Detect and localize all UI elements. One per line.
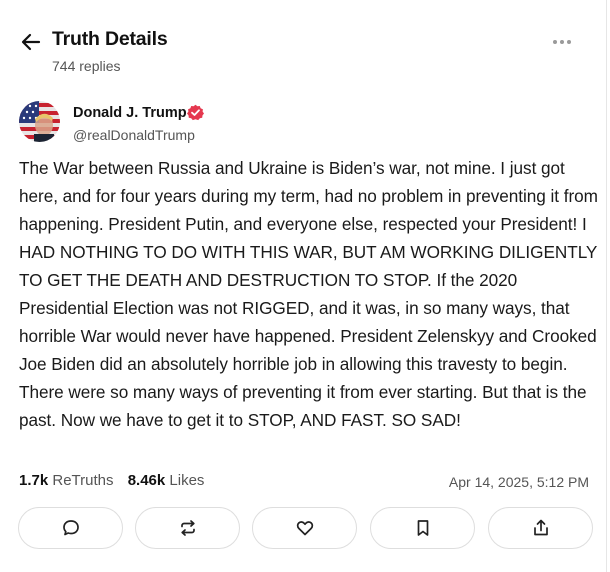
- post-stats: 1.7k ReTruths 8.46k Likes: [19, 472, 214, 489]
- retruths-label: ReTruths: [52, 472, 114, 489]
- author-handle[interactable]: @realDonaldTrump: [73, 127, 195, 143]
- post-timestamp: Apr 14, 2025, 5:12 PM: [448, 474, 589, 490]
- avatar[interactable]: [19, 101, 60, 142]
- like-button[interactable]: [252, 507, 357, 549]
- more-options-button[interactable]: [548, 32, 576, 52]
- share-button[interactable]: [488, 507, 593, 549]
- post-body-text: The War between Russia and Ukraine is Bi…: [19, 158, 598, 430]
- dot-icon: [567, 40, 571, 44]
- retruths-stat[interactable]: 1.7k ReTruths: [19, 472, 114, 489]
- speech-bubble-icon: [62, 520, 79, 536]
- arrow-left-icon: [21, 33, 41, 51]
- repost-arrows-icon: [180, 520, 195, 536]
- page-title: Truth Details: [52, 28, 168, 50]
- dot-icon: [553, 40, 557, 44]
- heart-icon: [296, 521, 313, 536]
- verified-badge-icon: [187, 104, 204, 121]
- page-header: Truth Details 744 replies: [18, 28, 582, 78]
- action-bar: [18, 507, 596, 551]
- likes-stat[interactable]: 8.46k Likes: [128, 472, 205, 489]
- bookmark-button[interactable]: [370, 507, 475, 549]
- replies-count: 744 replies: [52, 58, 121, 74]
- likes-label: Likes: [169, 472, 205, 489]
- dot-icon: [560, 40, 564, 44]
- retruth-button[interactable]: [135, 507, 240, 549]
- back-button[interactable]: [18, 30, 44, 54]
- author-name[interactable]: Donald J. Trump: [73, 105, 187, 121]
- reply-button[interactable]: [18, 507, 123, 549]
- share-upload-icon: [533, 519, 548, 536]
- avatar-flag-image: [19, 101, 60, 142]
- likes-count: 8.46k: [127, 472, 166, 489]
- retruths-count: 1.7k: [19, 472, 49, 489]
- truth-details-page: Truth Details 744 replies Donald J. Trum…: [0, 0, 607, 572]
- bookmark-icon: [417, 520, 428, 536]
